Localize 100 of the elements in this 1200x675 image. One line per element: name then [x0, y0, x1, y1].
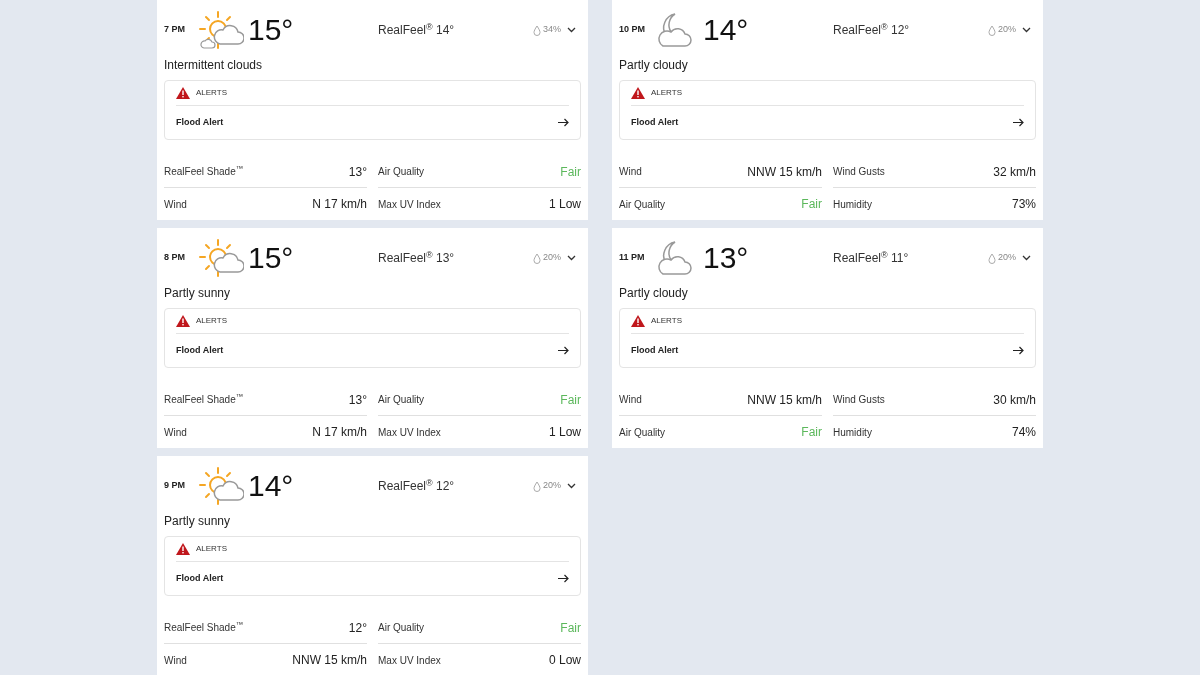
alert-box[interactable]: ALERTS Flood Alert	[164, 80, 581, 140]
alert-title: Flood Alert	[176, 115, 224, 129]
detail-label: Wind	[164, 197, 187, 212]
detail-value: 13°	[348, 391, 367, 409]
warning-icon	[631, 87, 645, 100]
condition-text: Partly cloudy	[619, 285, 689, 303]
detail-value: Fair	[560, 163, 581, 181]
detail-label: RealFeel Shade$^{™}$	[164, 620, 244, 635]
condition-text: Intermittent clouds	[164, 57, 264, 75]
detail-value: 13°	[348, 163, 367, 181]
alerts-heading: ALERTS	[196, 315, 227, 328]
detail-value: 30 km/h	[993, 391, 1036, 409]
chevron-icon[interactable]	[567, 27, 576, 34]
detail-label: Wind Gusts	[833, 165, 885, 179]
detail-label: Wind	[164, 425, 187, 440]
detail-value: N 17 km/h	[312, 196, 367, 213]
chevron-icon[interactable]	[1022, 27, 1031, 34]
detail-value: Fair	[560, 619, 581, 637]
condition-text: Partly sunny	[164, 285, 232, 303]
raindrop-icon	[988, 24, 996, 36]
alert-box[interactable]: ALERTS Flood Alert	[619, 308, 1036, 368]
temperature: 15°	[248, 243, 295, 274]
detail-label: Air Quality	[619, 197, 666, 212]
detail-value: N 17 km/h	[312, 424, 367, 441]
detail-value: Fair	[801, 424, 822, 441]
detail-value: 1 Low	[548, 196, 581, 213]
realfeel-text: RealFeel$^{®}$ 13°	[378, 249, 456, 268]
precipitation: 20%	[543, 479, 561, 493]
alert-title: Flood Alert	[176, 571, 224, 585]
temperature: 14°	[248, 471, 295, 502]
raindrop-icon	[533, 480, 541, 492]
detail-value: NNW 15 km/h	[292, 652, 367, 669]
arrow-icon	[558, 118, 569, 128]
hour-label: 8 PM	[164, 251, 186, 265]
alerts-heading: ALERTS	[196, 87, 227, 100]
warning-icon	[631, 315, 645, 328]
precipitation: 34%	[543, 23, 561, 37]
hour-label: 7 PM	[164, 23, 186, 37]
weather-icon	[198, 466, 244, 507]
alert-box[interactable]: ALERTS Flood Alert	[164, 536, 581, 596]
alerts-heading: ALERTS	[651, 87, 682, 100]
detail-value: Fair	[560, 391, 581, 409]
arrow-icon	[558, 574, 569, 584]
detail-value: 1 Low	[548, 424, 581, 441]
alert-title: Flood Alert	[631, 343, 679, 357]
detail-label: Max UV Index	[378, 197, 441, 212]
warning-icon	[176, 543, 190, 556]
alerts-heading: ALERTS	[651, 315, 682, 328]
detail-value: NNW 15 km/h	[747, 391, 822, 409]
detail-label: Air Quality	[378, 621, 425, 635]
alert-box[interactable]: ALERTS Flood Alert	[619, 80, 1036, 140]
arrow-icon	[1013, 346, 1024, 356]
detail-value: Fair	[801, 196, 822, 213]
detail-value: NNW 15 km/h	[747, 163, 822, 181]
alert-box[interactable]: ALERTS Flood Alert	[164, 308, 581, 368]
raindrop-icon	[533, 252, 541, 264]
hour-label: 11 PM	[619, 251, 646, 265]
temperature: 15°	[248, 15, 295, 46]
detail-label: Air Quality	[619, 425, 666, 440]
temperature: 13°	[703, 243, 750, 274]
detail-label: Humidity	[833, 425, 872, 440]
realfeel-text: RealFeel$^{®}$ 11°	[833, 249, 910, 268]
realfeel-text: RealFeel$^{®}$ 12°	[378, 477, 456, 496]
detail-label: RealFeel Shade$^{™}$	[164, 392, 244, 407]
chevron-icon[interactable]	[567, 483, 576, 490]
detail-label: Wind	[619, 393, 642, 407]
condition-text: Partly sunny	[164, 513, 232, 531]
weather-icon	[198, 10, 244, 51]
detail-label: Air Quality	[378, 165, 425, 179]
raindrop-icon	[533, 24, 541, 36]
detail-label: Max UV Index	[378, 425, 441, 440]
alert-title: Flood Alert	[176, 343, 224, 357]
precipitation: 20%	[998, 23, 1016, 37]
warning-icon	[176, 87, 190, 100]
detail-label: Max UV Index	[378, 653, 441, 668]
realfeel-text: RealFeel$^{®}$ 12°	[833, 21, 911, 40]
alerts-heading: ALERTS	[196, 543, 227, 556]
hour-label: 9 PM	[164, 479, 186, 493]
arrow-icon	[1013, 118, 1024, 128]
hour-label: 10 PM	[619, 23, 646, 37]
detail-value: 74%	[1011, 424, 1036, 441]
arrow-icon	[558, 346, 569, 356]
realfeel-text: RealFeel$^{®}$ 14°	[378, 21, 456, 40]
chevron-icon[interactable]	[1022, 255, 1031, 262]
condition-text: Partly cloudy	[619, 57, 689, 75]
raindrop-icon	[988, 252, 996, 264]
detail-value: 32 km/h	[993, 163, 1036, 181]
detail-label: Humidity	[833, 197, 872, 212]
detail-label: RealFeel Shade$^{™}$	[164, 164, 244, 179]
precipitation: 20%	[998, 251, 1016, 265]
chevron-icon[interactable]	[567, 255, 576, 262]
detail-label: Wind Gusts	[833, 393, 885, 407]
detail-label: Air Quality	[378, 393, 425, 407]
detail-label: Wind	[619, 165, 642, 179]
detail-value: 73%	[1011, 196, 1036, 213]
alert-title: Flood Alert	[631, 115, 679, 129]
detail-value: 0 Low	[548, 652, 581, 669]
temperature: 14°	[703, 15, 750, 46]
weather-icon	[198, 238, 244, 279]
warning-icon	[176, 315, 190, 328]
